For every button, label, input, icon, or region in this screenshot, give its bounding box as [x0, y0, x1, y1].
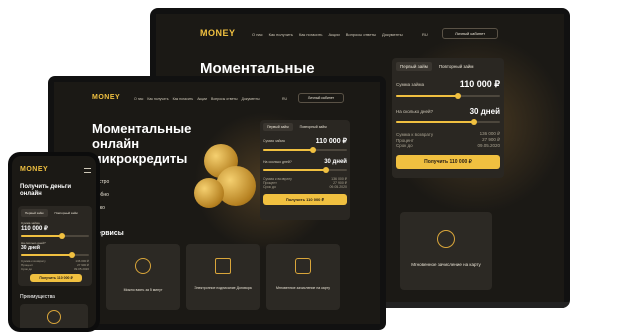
logo[interactable]: MONEY: [20, 166, 48, 173]
cabinet-label: Личный кабинет: [307, 96, 335, 100]
days-label: На сколько дней?: [263, 160, 292, 164]
summary-key: Сумма к возврату: [396, 131, 434, 137]
sum-slider[interactable]: [396, 93, 500, 99]
get-loan-button[interactable]: Получить 110 000 ₽: [263, 194, 347, 205]
loan-calculator: Первый займ Повторный займ Сумма займа 1…: [392, 58, 504, 178]
sum-value: 110 000 ₽: [21, 226, 48, 232]
nav-item[interactable]: Документы: [382, 32, 403, 37]
phone-device: MONEY Получить деньги онлайн Первый займ…: [8, 152, 100, 332]
coin-image: [194, 178, 224, 208]
tab-repeat-loan[interactable]: Повторный займ: [51, 209, 82, 217]
tab-repeat-loan[interactable]: Повторный займ: [435, 62, 478, 71]
phone-screen: MONEY Получить деньги онлайн Первый займ…: [12, 156, 96, 328]
summary-value: 09.05.2020: [73, 267, 89, 271]
sum-slider[interactable]: [21, 233, 89, 239]
tab-repeat-loan[interactable]: Повторный займ: [296, 123, 331, 131]
service-card-label: Электронное подписание Договора: [194, 286, 252, 290]
cabinet-button[interactable]: Личный кабинет: [298, 93, 344, 103]
nav-item[interactable]: Вопросы ответы: [211, 97, 238, 101]
sum-label: Сумма займа: [396, 82, 425, 87]
sum-value: 110 000 ₽: [459, 79, 500, 89]
nav-item[interactable]: Как получить: [147, 97, 168, 101]
service-card: Мгновенное зачисление на карту: [266, 244, 340, 310]
document-sign-icon: [215, 258, 231, 274]
nav-item[interactable]: Как погасить: [173, 97, 194, 101]
nav-item[interactable]: Акции: [329, 32, 340, 37]
summary-value: 09.05.2020: [477, 143, 500, 148]
days-value: 30 дней: [21, 245, 40, 251]
nav-item[interactable]: О нас: [252, 32, 263, 37]
nav-item[interactable]: Вопросы ответы: [346, 32, 376, 37]
service-card-label: Мгновенное зачисление на карту: [411, 262, 481, 267]
hero-title: Моментальные: [200, 60, 315, 77]
hero-line: Моментальные: [92, 121, 192, 136]
cabinet-button[interactable]: Личный кабинет: [442, 28, 498, 39]
mobile-hero-title: Получить деньги онлайн: [20, 184, 72, 198]
advantages-title: Преимущества: [20, 294, 55, 300]
sum-label: Сумма займа: [263, 139, 285, 143]
logo[interactable]: MONEY: [200, 28, 236, 38]
days-value: 30 дней: [469, 107, 500, 116]
nav-item[interactable]: О нас: [134, 97, 143, 101]
get-loan-button[interactable]: Получить 110 000 ₽: [396, 155, 500, 169]
tab-first-loan[interactable]: Первый займ: [396, 62, 432, 71]
days-label: На сколько дней?: [396, 109, 434, 114]
loan-calculator: Первый займ Повторный займ Сумма займа 1…: [260, 120, 350, 220]
days-slider[interactable]: [263, 167, 347, 173]
main-nav: О нас Как получить Как погасить Акции Во…: [252, 32, 403, 37]
hero-line: онлайн: [92, 135, 140, 151]
days-slider[interactable]: [396, 119, 500, 125]
summary-key: Срок до: [21, 267, 33, 271]
advantage-card: [20, 304, 88, 328]
language-selector[interactable]: RU: [422, 32, 428, 37]
hero-line: Моментальные: [200, 60, 315, 77]
clock-icon: [47, 310, 61, 324]
service-card: Можно взять за 5 минут: [106, 244, 180, 310]
logo[interactable]: MONEY: [92, 94, 120, 101]
get-loan-button[interactable]: Получить 110 000 ₽: [30, 274, 82, 282]
tab-first-loan[interactable]: Первый займ: [21, 209, 48, 217]
card-transfer-icon: [437, 230, 455, 248]
nav-item[interactable]: Как погасить: [299, 32, 323, 37]
nav-item[interactable]: Акции: [197, 97, 207, 101]
days-slider[interactable]: [21, 252, 89, 258]
menu-icon[interactable]: [84, 168, 91, 173]
service-card: Мгновенное зачисление на карту: [400, 212, 492, 290]
summary-value: 09.05.2020: [329, 185, 347, 189]
cabinet-label: Личный кабинет: [454, 31, 486, 36]
summary-key: Срок до: [396, 143, 413, 148]
days-value: 30 дней: [324, 159, 347, 165]
main-nav: О нас Как получить Как погасить Акции Во…: [134, 97, 260, 101]
nav-item[interactable]: Документы: [242, 97, 260, 101]
summary-key: Срок до: [263, 185, 276, 189]
language-selector[interactable]: RU: [282, 97, 287, 101]
laptop-screen: MONEY О нас Как получить Как погасить Ак…: [54, 82, 380, 324]
hero-line: микрокредиты: [92, 150, 188, 166]
service-card-label: Можно взять за 5 минут: [123, 288, 163, 292]
service-card: Электронное подписание Договора: [186, 244, 260, 310]
sum-slider[interactable]: [263, 147, 347, 153]
tab-first-loan[interactable]: Первый займ: [263, 123, 293, 131]
clock-icon: [135, 258, 151, 274]
nav-item[interactable]: Как получить: [269, 32, 293, 37]
hero-title: Моментальные онлайн микрокредиты: [92, 121, 192, 167]
summary-key: Процент: [396, 137, 414, 143]
service-card-label: Мгновенное зачисление на карту: [275, 286, 331, 290]
card-transfer-icon: [295, 258, 311, 274]
sum-value: 110 000 ₽: [315, 138, 347, 145]
